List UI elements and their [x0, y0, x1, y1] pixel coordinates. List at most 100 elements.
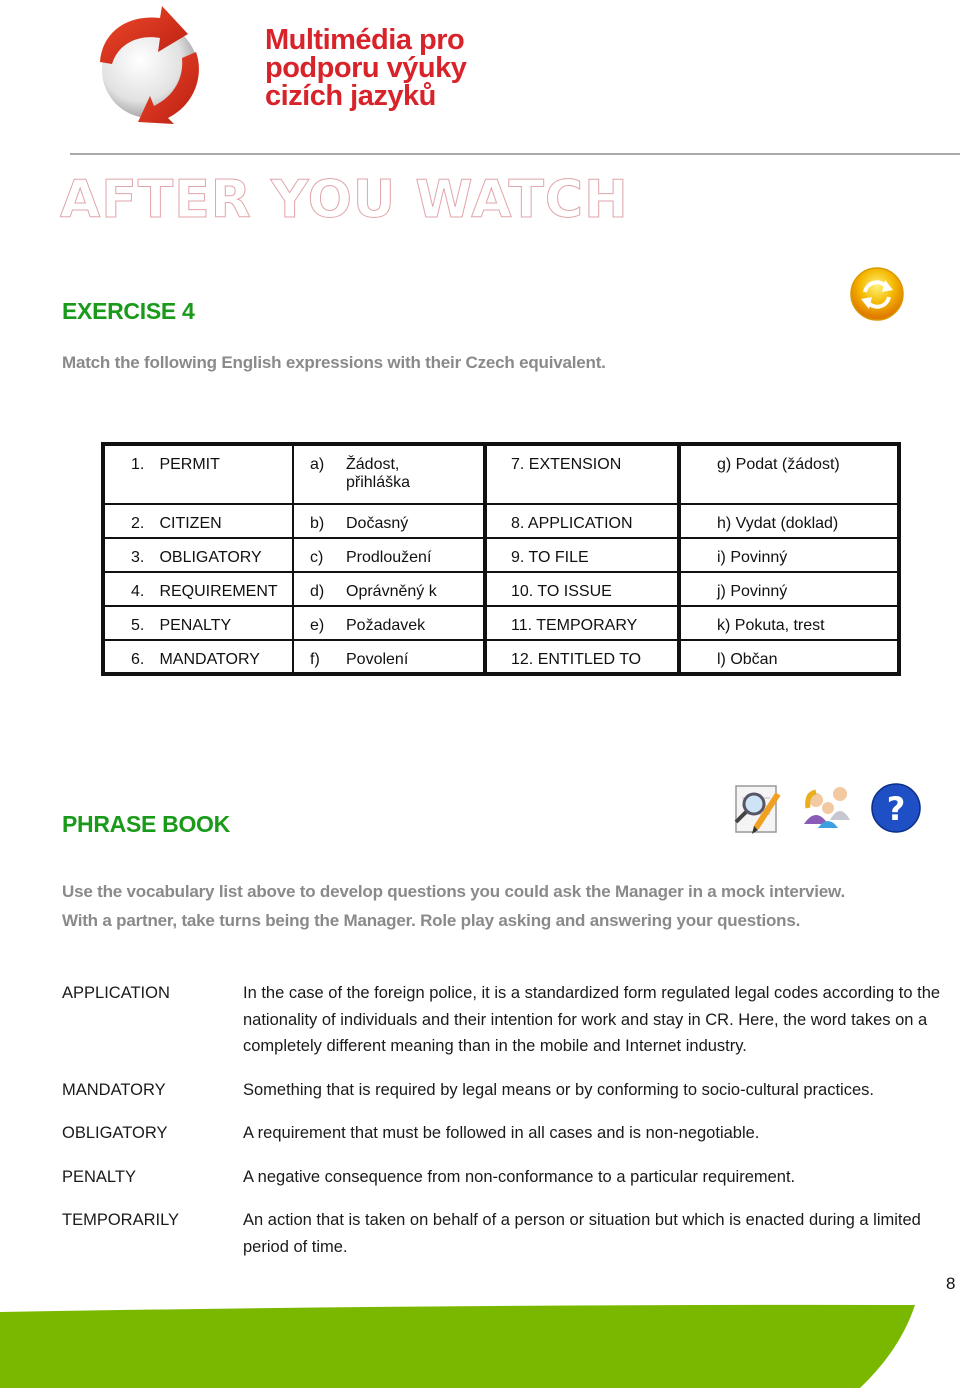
- option-letter: f): [310, 651, 320, 668]
- term-number: 1.: [131, 456, 145, 473]
- english-term: OBLIGATORY: [159, 549, 262, 566]
- globe-arrows-logo: [100, 6, 199, 124]
- czech-term: Žádost, přihláška: [346, 456, 411, 491]
- glossary-item: PENALTY A negative consequence from non-…: [62, 1164, 952, 1191]
- czech-term-cell: l) Občan: [677, 639, 900, 675]
- english-term-cell: 11. TEMPORARY: [483, 605, 680, 641]
- czech-term: g) Podat (žádost): [717, 456, 840, 473]
- option-letter: a): [310, 456, 325, 473]
- english-term-cell: 5. PENALTY: [102, 605, 294, 641]
- logo-wordmark: Multimédia pro podporu výuky cizích jazy…: [265, 24, 467, 112]
- czech-term: l) Občan: [717, 651, 778, 668]
- czech-term: Požadavek: [346, 617, 426, 634]
- english-term-cell: 10. TO ISSUE: [483, 571, 680, 607]
- glossary-item: OBLIGATORY A requirement that must be fo…: [62, 1120, 952, 1147]
- option-letter: e): [310, 617, 325, 634]
- czech-term: h) Vydat (doklad): [717, 515, 839, 532]
- table-row: 4. REQUIREMENT d) Oprávněný k 10. TO ISSUE j…: [102, 571, 900, 607]
- svg-text:?: ?: [887, 790, 906, 828]
- instruction-line: Use the vocabulary list above to develop…: [62, 882, 845, 901]
- glossary-definition: An action that is taken on behalf of a p…: [243, 1211, 921, 1256]
- czech-term-cell: f) Povolení: [292, 639, 486, 675]
- czech-term-cell: i) Povinný: [677, 537, 900, 573]
- english-term: REQUIREMENT: [159, 583, 278, 600]
- glossary-definition: Something that is required by legal mean…: [243, 1080, 874, 1099]
- exercise-instruction: Match the following English expressions …: [62, 353, 606, 372]
- glossary-term: APPLICATION: [62, 984, 170, 1002]
- term-number: 5.: [131, 617, 145, 634]
- english-term: 9. TO FILE: [511, 549, 589, 566]
- czech-term-cell: g) Podat (žádost): [677, 443, 900, 505]
- term-number: 4.: [131, 583, 145, 600]
- english-term: 11. TEMPORARY: [511, 617, 638, 634]
- czech-term-cell: c) Prodloužení: [292, 537, 486, 573]
- glossary-term: TEMPORARILY: [62, 1211, 180, 1229]
- english-term: 12. ENTITLED TO: [511, 651, 642, 668]
- czech-term: k) Pokuta, trest: [717, 617, 825, 634]
- czech-term-cell: j) Povinný: [677, 571, 900, 607]
- english-term-cell: 7. EXTENSION: [483, 443, 680, 505]
- english-term: PERMIT: [159, 456, 220, 473]
- term-number: 6.: [131, 651, 145, 668]
- table-row: 6. MANDATORY f) Povolení 12. ENTITLED TO l) …: [102, 639, 900, 675]
- glossary-item: MANDATORY Something that is required by …: [62, 1077, 952, 1104]
- english-term-cell: 2. CITIZEN: [102, 503, 294, 539]
- czech-term: Povolení: [346, 651, 409, 668]
- glossary-item: TEMPORARILY An action that is taken on b…: [62, 1207, 952, 1260]
- english-term-cell: 9. TO FILE: [483, 537, 680, 573]
- option-letter: c): [310, 549, 324, 566]
- term-number: 3.: [131, 549, 145, 566]
- page-title: AFTER YOU WATCH: [60, 170, 629, 231]
- phrasebook-heading: PHRASE BOOK: [62, 811, 230, 837]
- english-term: 7. EXTENSION: [511, 456, 622, 473]
- czech-term: Dočasný: [346, 515, 409, 532]
- glossary-list: APPLICATION In the case of the foreign p…: [62, 980, 952, 1277]
- czech-term-cell: h) Vydat (doklad): [677, 503, 900, 539]
- glossary-definition: In the case of the foreign police, it is…: [243, 984, 941, 1055]
- english-term: 8. APPLICATION: [511, 515, 633, 532]
- czech-term: Prodloužení: [346, 549, 432, 566]
- footer-swoosh: [0, 1304, 915, 1388]
- header-divider: [70, 153, 960, 155]
- table-row: 5. PENALTY e) Požadavek 11. TEMPORARY k) Pok…: [102, 605, 900, 641]
- option-letter: b): [310, 515, 325, 532]
- czech-term-cell: b) Dočasný: [292, 503, 486, 539]
- table-row: 3. OBLIGATORY c) Prodloužení 9. TO FILE i) P…: [102, 537, 900, 573]
- english-term: 10. TO ISSUE: [511, 583, 612, 600]
- table-row: 1. PERMIT a) Žádost, přihláška 7. EXTENSION…: [102, 443, 900, 505]
- help-question-icon: ?: [871, 783, 921, 833]
- page-number: 8: [946, 1274, 956, 1293]
- phrasebook-icon-group: ?: [734, 783, 921, 834]
- glossary-term: MANDATORY: [62, 1080, 166, 1099]
- term-number: 2.: [131, 515, 145, 532]
- czech-term-cell: a) Žádost, přihláška: [292, 443, 486, 505]
- english-term-cell: 4. REQUIREMENT: [102, 571, 294, 607]
- english-term: CITIZEN: [159, 515, 222, 532]
- czech-term-cell: d) Oprávněný k: [292, 571, 486, 607]
- english-term-cell: 12. ENTITLED TO: [483, 639, 680, 675]
- glossary-definition: A negative consequence from non-conforma…: [243, 1167, 796, 1186]
- glossary-term: OBLIGATORY: [62, 1124, 168, 1142]
- exercise-heading: EXERCISE 4: [62, 298, 195, 324]
- czech-term: Oprávněný k: [346, 583, 437, 600]
- matching-table: 1. PERMIT a) Žádost, přihláška 7. EXTENSION…: [101, 442, 901, 676]
- english-term-cell: 6. MANDATORY: [102, 639, 294, 675]
- document-search-edit-icon: [734, 785, 781, 834]
- czech-term-cell: e) Požadavek: [292, 605, 486, 641]
- table-row: 2. CITIZEN b) Dočasný 8. APPLICATION h) Vyda…: [102, 503, 900, 539]
- glossary-term: PENALTY: [62, 1167, 136, 1186]
- english-term: PENALTY: [159, 617, 232, 634]
- option-letter: d): [310, 583, 325, 600]
- english-term: MANDATORY: [159, 651, 260, 668]
- refresh-icon[interactable]: [849, 266, 905, 322]
- czech-term: i) Povinný: [717, 549, 788, 566]
- czech-term-cell: k) Pokuta, trest: [677, 605, 900, 641]
- instruction-line: With a partner, take turns being the Man…: [62, 911, 801, 930]
- english-term-cell: 3. OBLIGATORY: [102, 537, 294, 573]
- english-term-cell: 8. APPLICATION: [483, 503, 680, 539]
- people-group-icon: [804, 787, 850, 828]
- english-term-cell: 1. PERMIT: [102, 443, 294, 505]
- glossary-item: APPLICATION In the case of the foreign p…: [62, 980, 952, 1060]
- glossary-definition: A requirement that must be followed in a…: [243, 1124, 760, 1142]
- czech-term: j) Povinný: [717, 583, 788, 600]
